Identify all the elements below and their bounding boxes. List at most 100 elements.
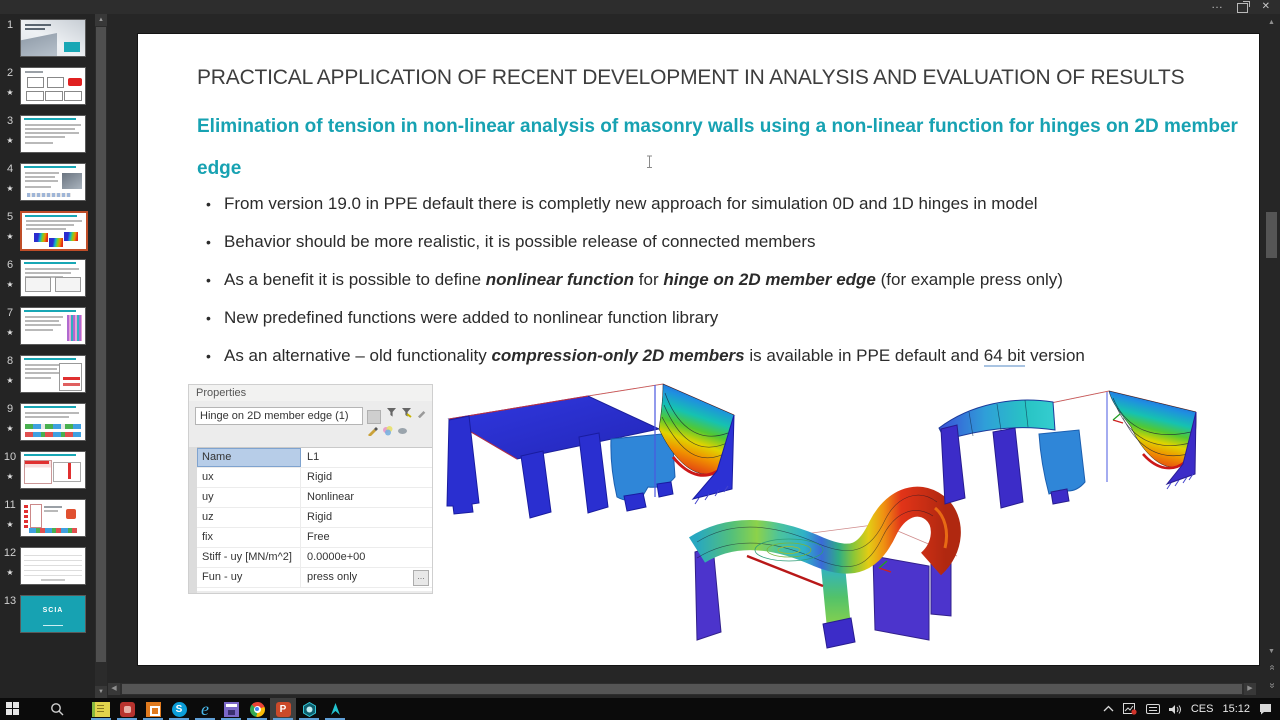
bullet-item: • New predefined functions were added to … — [206, 306, 1216, 330]
property-value: Nonlinear — [307, 491, 355, 503]
slide-meta: 4 ★ — [0, 163, 20, 194]
properties-panel[interactable]: Properties Hinge on 2D member edge (1) N… — [188, 384, 433, 594]
slide-meta: 3 ★ — [0, 115, 20, 146]
slide-thumbnail[interactable]: SCIA — [20, 595, 86, 633]
thumb-decor — [64, 232, 78, 241]
properties-panel-title: Properties — [189, 385, 432, 401]
middle-leg — [821, 564, 851, 630]
vm-app-taskbar-button[interactable] — [140, 698, 166, 720]
slide-thumbnail[interactable] — [20, 163, 86, 201]
search-button[interactable] — [44, 698, 70, 720]
speaker-icon — [1168, 704, 1181, 714]
setup-app-taskbar-button[interactable] — [218, 698, 244, 720]
property-row[interactable]: Name L1 — [197, 448, 432, 468]
property-row[interactable]: fix Free — [197, 528, 432, 548]
input-indicator[interactable] — [1145, 704, 1160, 714]
slide-subtitle[interactable]: Elimination of tension in non-linear ana… — [197, 106, 1242, 190]
clock[interactable]: 15:12 — [1222, 703, 1250, 715]
scroll-up-icon[interactable]: ▲ — [1265, 16, 1278, 29]
thumbnail-scrollbar-thumb[interactable] — [96, 27, 106, 662]
chevron-up-icon — [1103, 705, 1114, 712]
hexagon-app-taskbar-button[interactable] — [296, 698, 322, 720]
slide-thumbnail[interactable] — [20, 115, 86, 153]
property-row[interactable]: Fun - uy press only… — [197, 568, 432, 588]
chrome-taskbar-button[interactable] — [244, 698, 270, 720]
scroll-down-icon[interactable]: ▼ — [95, 686, 107, 698]
thumbnail-scrollbar[interactable]: ▲ ▼ — [95, 14, 107, 698]
scroll-left-icon[interactable]: ◀ — [108, 683, 120, 695]
text-segment: is available in PPE default and — [744, 346, 984, 365]
thumb-decor — [66, 509, 76, 519]
internet-explorer-taskbar-button[interactable]: e — [192, 698, 218, 720]
notes-app-taskbar-button[interactable] — [88, 698, 114, 720]
more-options-icon[interactable]: … — [1211, 0, 1224, 11]
thumb-decor — [63, 377, 80, 380]
thumbnail-row: 8 ★ — [0, 350, 95, 398]
start-button[interactable] — [0, 698, 26, 720]
property-row[interactable]: uy Nonlinear — [197, 488, 432, 508]
property-row[interactable]: ux Rigid — [197, 468, 432, 488]
scroll-right-icon[interactable]: ▶ — [1244, 683, 1256, 695]
thumbnail-row: 6 ★ — [0, 254, 95, 302]
properties-type-selector: Hinge on 2D member edge (1) — [195, 407, 363, 425]
slide-thumbnail[interactable] — [20, 67, 86, 105]
slide-number: 11 — [4, 499, 16, 511]
thumb-decor — [68, 463, 71, 479]
slide-thumbnail[interactable] — [20, 355, 86, 393]
vertical-scrollbar-thumb[interactable] — [1266, 212, 1277, 258]
slide-thumbnail[interactable] — [20, 403, 86, 441]
slide-thumbnail[interactable] — [20, 19, 86, 57]
property-row[interactable]: Stiff - uy [MN/m^2] 0.0000e+00 — [197, 548, 432, 568]
thumb-decor — [68, 78, 82, 86]
properties-toolbar-row2 — [367, 425, 408, 436]
thumb-decor — [21, 596, 85, 632]
text-segment: As an alternative – old functionality — [224, 346, 492, 365]
restore-window-icon[interactable] — [1237, 1, 1250, 13]
bullet-list[interactable]: • From version 19.0 in PPE default there … — [206, 192, 1216, 382]
main-horizontal-scrollbar[interactable]: ◀ ▶ — [108, 683, 1256, 695]
slide-title[interactable]: PRACTICAL APPLICATION OF RECENT DEVELOPM… — [197, 66, 1185, 90]
slide-thumbnail[interactable] — [20, 211, 88, 251]
system-tray: CES 15:12 — [1103, 698, 1280, 720]
text-segment: for — [634, 270, 664, 289]
previous-slide-button[interactable]: » — [1265, 661, 1278, 674]
skype-taskbar-button[interactable]: S — [166, 698, 192, 720]
slide-thumbnail[interactable] — [20, 451, 86, 489]
slide-thumbnail[interactable] — [20, 259, 86, 297]
slide-thumbnail[interactable] — [20, 307, 86, 345]
horizontal-scrollbar-thumb[interactable] — [122, 684, 1242, 694]
tray-expand-button[interactable] — [1103, 705, 1114, 713]
thumb-decor — [24, 504, 28, 528]
volume-control[interactable] — [1168, 704, 1182, 715]
thumb-decor — [25, 372, 59, 374]
action-center-icon — [1260, 704, 1271, 715]
thumbnail-row: 13 SCIA — [0, 590, 95, 638]
palette-icon — [383, 426, 393, 436]
tray-notification-app[interactable] — [1122, 703, 1137, 715]
slide-thumbnail[interactable] — [20, 499, 86, 537]
next-slide-button[interactable]: » — [1265, 679, 1278, 692]
powerpoint-taskbar-button[interactable]: P — [270, 698, 296, 720]
action-center-button[interactable] — [1259, 703, 1272, 715]
thumb-decor — [25, 172, 59, 174]
slide-canvas[interactable]: PRACTICAL APPLICATION OF RECENT DEVELOPM… — [137, 33, 1260, 666]
bullet-marker: • — [206, 272, 211, 288]
thumb-decor — [26, 224, 74, 226]
slide-thumbnail[interactable] — [20, 547, 86, 585]
tray-app-icon — [1122, 703, 1137, 715]
scroll-up-icon[interactable]: ▲ — [95, 14, 107, 26]
property-row[interactable]: uz Rigid — [197, 508, 432, 528]
fem-model-right[interactable] — [931, 382, 1203, 519]
bullet-text: As a benefit it is possible to define no… — [224, 268, 1063, 292]
scroll-down-icon[interactable]: ▼ — [1265, 645, 1278, 658]
language-indicator[interactable]: CES — [1191, 703, 1214, 715]
thumb-decor — [25, 461, 49, 464]
slide-meta: 1 — [0, 19, 20, 31]
close-window-icon[interactable]: ✕ — [1262, 0, 1270, 13]
media-app-taskbar-button[interactable] — [114, 698, 140, 720]
main-vertical-scrollbar[interactable]: ▲ ▼ » » — [1264, 16, 1279, 694]
more-button[interactable]: … — [413, 570, 429, 586]
properties-toolbar-row1 — [386, 407, 427, 418]
property-name: Stiff - uy [MN/m^2] — [197, 548, 301, 567]
scia-app-taskbar-button[interactable] — [322, 698, 348, 720]
